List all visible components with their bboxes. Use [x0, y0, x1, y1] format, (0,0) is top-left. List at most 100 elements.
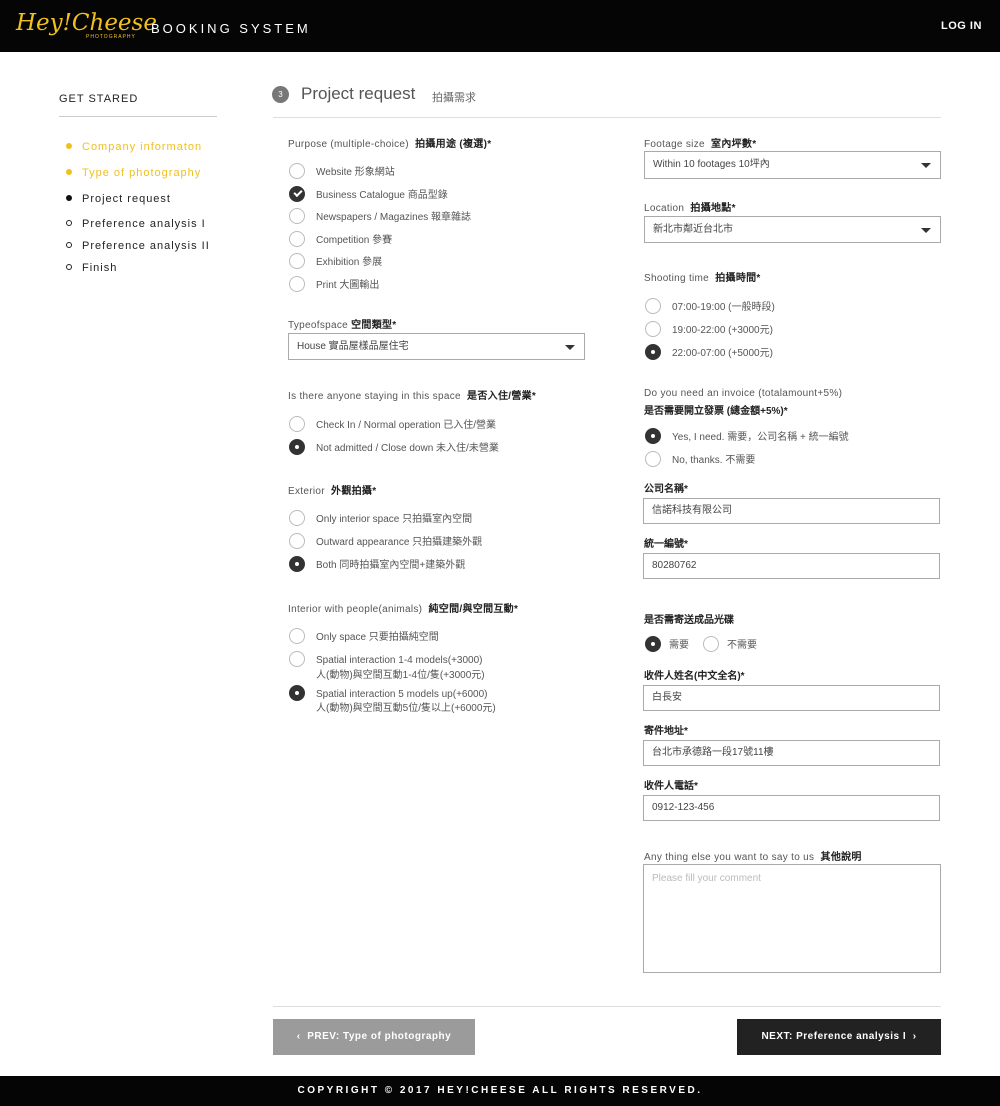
interior-option-label-zh: 人(動物)與空間互動5位/隻以上(+6000元): [316, 703, 496, 714]
purpose-checkbox-newspapers[interactable]: [289, 208, 305, 224]
purpose-option-label: Print 大圖輸出: [316, 280, 380, 291]
comment-label: Any thing else you want to say to us 其他說…: [644, 852, 862, 863]
staying-radio-check-in[interactable]: [289, 416, 305, 432]
step-preference-analysis-2[interactable]: Preference analysis II: [66, 240, 210, 252]
prev-button-label: PREV: Type of photography: [307, 1031, 452, 1042]
shooting-time-radio-night[interactable]: [645, 344, 661, 360]
location-select[interactable]: 新北市鄰近台北市: [644, 216, 941, 243]
phone-field[interactable]: 0912-123-456: [643, 795, 940, 821]
invoice-radio-no[interactable]: [645, 451, 661, 467]
footer-divider: [273, 1006, 941, 1007]
company-name-label: 公司名稱*: [644, 484, 688, 495]
space-type-select[interactable]: House 實品屋樣品屋住宅: [288, 333, 585, 360]
step-dot-icon: [66, 169, 72, 175]
step-dot-icon: [66, 242, 72, 248]
exterior-option-label: Only interior space 只拍攝室內空間: [316, 514, 473, 525]
copyright-footer: COPYRIGHT © 2017 HEY!CHEESE ALL RIGHTS R…: [0, 1076, 1000, 1106]
exterior-option-label: Outward appearance 只拍攝建築外觀: [316, 537, 483, 548]
invoice-option-label: No, thanks. 不需要: [672, 455, 756, 466]
interior-option-label: Spatial interaction 1-4 models(+3000): [316, 655, 483, 666]
purpose-checkbox-catalogue[interactable]: [289, 186, 305, 202]
exterior-radio-interior-only[interactable]: [289, 510, 305, 526]
chevron-right-icon: ›: [912, 1031, 917, 1042]
step-project-request[interactable]: Project request: [66, 193, 171, 205]
heading-divider: [273, 117, 941, 118]
shooting-time-option-label: 07:00-19:00 (一般時段): [672, 302, 775, 313]
step-finish[interactable]: Finish: [66, 262, 117, 274]
logo[interactable]: Hey!Cheese: [16, 10, 157, 36]
space-type-label: Typeofspace 空間類型*: [288, 320, 397, 331]
company-name-field[interactable]: 信諾科技有限公司: [643, 498, 940, 524]
shooting-time-radio-day[interactable]: [645, 298, 661, 314]
interior-option-label: Only space 只要拍攝純空間: [316, 632, 439, 643]
purpose-checkbox-exhibition[interactable]: [289, 253, 305, 269]
footage-label: Footage size 室內坪數*: [644, 139, 757, 150]
invoice-label-zh: 是否需要開立發票 (總金額+5%)*: [644, 406, 788, 417]
tax-id-field[interactable]: 80280762: [643, 553, 940, 579]
next-button[interactable]: NEXT: Preference analysis I ›: [737, 1019, 941, 1055]
invoice-label: Do you need an invoice (totalamount+5%): [644, 388, 843, 399]
disc-radio-yes[interactable]: [645, 636, 661, 652]
address-label: 寄件地址*: [644, 726, 688, 737]
step-dot-icon: [66, 143, 72, 149]
next-button-label: NEXT: Preference analysis I: [761, 1031, 907, 1042]
chevron-left-icon: ‹: [296, 1031, 301, 1042]
purpose-checkbox-print[interactable]: [289, 276, 305, 292]
exterior-radio-both[interactable]: [289, 556, 305, 572]
purpose-checkbox-competition[interactable]: [289, 231, 305, 247]
step-label: Company informaton: [82, 141, 203, 153]
login-link[interactable]: LOG IN: [941, 20, 982, 32]
step-company-information[interactable]: Company informaton: [66, 141, 202, 153]
location-label: Location 拍攝地點*: [644, 203, 736, 214]
purpose-checkbox-website[interactable]: [289, 163, 305, 179]
step-label: Preference analysis II: [82, 240, 210, 252]
step-number-badge: 3: [272, 86, 289, 103]
staying-option-label: Check In / Normal operation 已入住/營業: [316, 420, 497, 431]
step-type-of-photography[interactable]: Type of photography: [66, 167, 201, 179]
shooting-time-radio-evening[interactable]: [645, 321, 661, 337]
interior-option-label-zh: 人(動物)與空間互動1-4位/隻(+3000元): [316, 670, 485, 681]
interior-radio-1-4-models[interactable]: [289, 651, 305, 667]
step-label: Finish: [82, 262, 118, 274]
purpose-option-label: Exhibition 參展: [316, 257, 383, 268]
purpose-option-label: Business Catalogue 商品型錄: [316, 190, 448, 201]
shooting-time-option-label: 19:00-22:00 (+3000元): [672, 325, 773, 336]
prev-button[interactable]: ‹ PREV: Type of photography: [273, 1019, 475, 1055]
disc-option-label: 不需要: [727, 640, 757, 651]
system-title: BOOKING SYSTEM: [151, 21, 311, 36]
staying-option-label: Not admitted / Close down 未入住/未營業: [316, 443, 499, 454]
page-subtitle: 拍攝需求: [432, 92, 476, 104]
exterior-radio-outward[interactable]: [289, 533, 305, 549]
interior-radio-5-models[interactable]: [289, 685, 305, 701]
step-label: Preference analysis I: [82, 218, 206, 230]
sidebar-title: GET STARED: [59, 93, 139, 105]
chevron-down-icon: [565, 344, 575, 350]
chevron-down-icon: [921, 163, 931, 168]
interior-radio-only-space[interactable]: [289, 628, 305, 644]
interior-label: Interior with people(animals) 純空間/與空間互動*: [288, 604, 519, 615]
recipient-name-field[interactable]: 白長安: [643, 685, 940, 711]
step-dot-icon: [66, 195, 72, 201]
disc-option-label: 需要: [669, 640, 689, 651]
chevron-down-icon: [921, 227, 931, 233]
page-title: Project request: [301, 84, 416, 103]
step-preference-analysis-1[interactable]: Preference analysis I: [66, 218, 206, 230]
purpose-option-label: Newspapers / Magazines 報章雜誌: [316, 212, 472, 223]
step-dot-icon: [66, 264, 72, 270]
step-dot-icon: [66, 220, 72, 226]
disc-label: 是否需寄送成品光碟: [644, 615, 734, 626]
location-value: 新北市鄰近台北市: [653, 224, 733, 235]
comment-textarea[interactable]: Please fill your comment: [643, 864, 941, 973]
purpose-label: Purpose (multiple-choice) 拍攝用途 (複選)*: [288, 139, 492, 150]
recipient-name-label: 收件人姓名(中文全名)*: [644, 671, 745, 682]
address-field[interactable]: 台北市承德路一段17號11樓: [643, 740, 940, 766]
disc-radio-no[interactable]: [703, 636, 719, 652]
footage-select[interactable]: Within 10 footages 10坪內: [644, 151, 941, 179]
invoice-radio-yes[interactable]: [645, 428, 661, 444]
staying-radio-not-admitted[interactable]: [289, 439, 305, 455]
shooting-time-label: Shooting time 拍攝時間*: [644, 273, 761, 284]
exterior-label: Exterior 外觀拍攝*: [288, 486, 377, 497]
staying-label: Is there anyone staying in this space 是否…: [288, 391, 537, 402]
shooting-time-option-label: 22:00-07:00 (+5000元): [672, 348, 773, 359]
logo-subtitle: PHOTOGRAPHY: [86, 34, 136, 40]
